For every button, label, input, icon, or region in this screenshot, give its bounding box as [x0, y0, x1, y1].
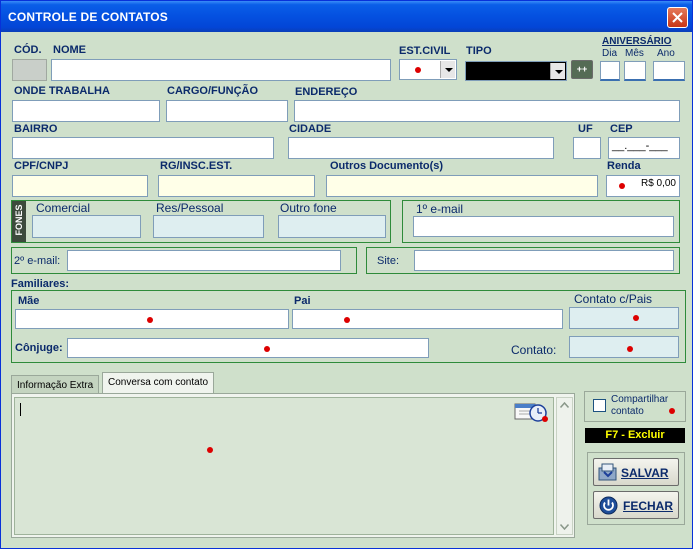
endereco-input[interactable]: [294, 100, 680, 122]
res-pessoal-input[interactable]: [153, 215, 264, 238]
comercial-input[interactable]: [32, 215, 141, 238]
cpf-input[interactable]: [12, 175, 148, 197]
text-cursor: [20, 403, 21, 416]
uf-input[interactable]: [573, 137, 601, 159]
cidade-input[interactable]: [288, 137, 554, 159]
outro-fone-input[interactable]: [278, 215, 386, 238]
cep-input[interactable]: __.___-___: [608, 137, 680, 159]
title-bar: CONTROLE DE CONTATOS: [1, 1, 692, 32]
salvar-label: SALVAR: [621, 466, 669, 480]
fechar-button[interactable]: FECHAR: [593, 491, 679, 519]
pai-input[interactable]: [292, 309, 563, 329]
compartilhar-checkbox[interactable]: [593, 399, 606, 412]
contato-label: Contato:: [511, 343, 557, 357]
window-title: CONTROLE DE CONTATOS: [8, 10, 168, 24]
cep-label: CEP: [610, 123, 633, 135]
fechar-label: FECHAR: [623, 499, 673, 513]
ano-input[interactable]: [653, 61, 685, 81]
scrollbar[interactable]: [556, 397, 573, 535]
site-input[interactable]: [414, 250, 674, 271]
nome-input[interactable]: [51, 59, 391, 81]
pai-label: Pai: [294, 295, 311, 307]
fones-tag: FONES: [12, 201, 26, 242]
bairro-label: BAIRRO: [14, 123, 58, 135]
comercial-label: Comercial: [36, 201, 91, 215]
contact-window: CONTROLE DE CONTATOS CÓD. NOME EST.CIVIL…: [0, 0, 693, 549]
mes-input[interactable]: [624, 61, 646, 81]
dia-label: Dia: [602, 48, 618, 59]
renda-input[interactable]: R$ 0,00: [606, 175, 680, 197]
mes-label: Mês: [625, 48, 644, 59]
uf-label: UF: [578, 123, 593, 135]
required-dot: [633, 315, 639, 321]
close-button[interactable]: [667, 7, 688, 28]
save-icon: [598, 463, 617, 481]
endereco-label: ENDEREÇO: [295, 86, 358, 98]
conjuge-input[interactable]: [67, 338, 429, 358]
site-label: Site:: [377, 255, 400, 267]
dia-input[interactable]: [600, 61, 620, 81]
outro-fone-label: Outro fone: [280, 201, 337, 215]
estcivil-label: EST.CIVIL: [399, 45, 451, 57]
tipo-add-button[interactable]: ++: [571, 60, 593, 79]
calendar-clock-icon[interactable]: [514, 401, 550, 423]
compartilhar-label: Compartilhar contato: [611, 394, 669, 417]
dropdown-arrow-icon[interactable]: [550, 63, 565, 79]
onde-trabalha-input[interactable]: [12, 100, 160, 122]
power-icon: [599, 496, 618, 515]
cpf-label: CPF/CNPJ: [14, 160, 69, 172]
required-dot: [669, 408, 675, 414]
fones-label: FONES: [14, 204, 24, 236]
close-icon: [672, 12, 683, 23]
rg-input[interactable]: [158, 175, 315, 197]
dropdown-arrow-icon[interactable]: [440, 61, 455, 78]
conjuge-label: Cônjuge:: [15, 342, 63, 354]
required-dot: [619, 183, 625, 189]
scroll-up-icon[interactable]: [560, 402, 569, 408]
bairro-input[interactable]: [12, 137, 274, 159]
familiares-label: Familiares:: [11, 278, 70, 290]
ano-label: Ano: [657, 48, 675, 59]
scroll-down-icon[interactable]: [560, 524, 569, 530]
cod-field: [12, 59, 47, 81]
cod-label: CÓD.: [14, 44, 42, 56]
outros-docs-input[interactable]: [326, 175, 598, 197]
outros-docs-label: Outros Documento(s): [330, 160, 444, 172]
nome-label: NOME: [53, 44, 86, 56]
required-dot: [627, 346, 633, 352]
required-dot: [415, 67, 421, 73]
cargo-input[interactable]: [166, 100, 288, 122]
cidade-label: CIDADE: [289, 123, 332, 135]
salvar-button[interactable]: SALVAR: [593, 458, 679, 486]
contato-pais-label: Contato c/Pais: [574, 292, 653, 306]
required-dot: [344, 317, 350, 323]
mae-label: Mãe: [18, 295, 40, 307]
required-dot: [264, 346, 270, 352]
tab-informacao-extra[interactable]: Informação Extra: [11, 375, 100, 395]
contato-pais-input[interactable]: [569, 307, 679, 329]
email2-label: 2º e-mail:: [14, 255, 61, 267]
cargo-label: CARGO/FUNÇÃO: [167, 85, 259, 97]
required-dot: [147, 317, 153, 323]
rg-label: RG/INSC.EST.: [160, 160, 233, 172]
estcivil-select[interactable]: [399, 59, 457, 80]
tab-panel: [11, 393, 575, 538]
email1-input[interactable]: [413, 216, 674, 237]
excluir-hint: F7 - Excluir: [585, 428, 685, 443]
conversa-textarea[interactable]: [14, 397, 554, 535]
email1-label: 1º e-mail: [416, 202, 464, 216]
renda-label: Renda: [607, 160, 641, 172]
tipo-label: TIPO: [466, 45, 492, 57]
renda-value: R$ 0,00: [640, 178, 676, 189]
aniversario-label: ANIVERSÁRIO: [602, 36, 672, 47]
tipo-select[interactable]: [465, 61, 567, 81]
required-dot: [207, 447, 213, 453]
contato-input[interactable]: [569, 336, 679, 358]
mae-input[interactable]: [15, 309, 289, 329]
res-pessoal-label: Res/Pessoal: [156, 201, 224, 215]
email2-input[interactable]: [67, 250, 341, 271]
onde-trabalha-label: ONDE TRABALHA: [14, 85, 110, 97]
